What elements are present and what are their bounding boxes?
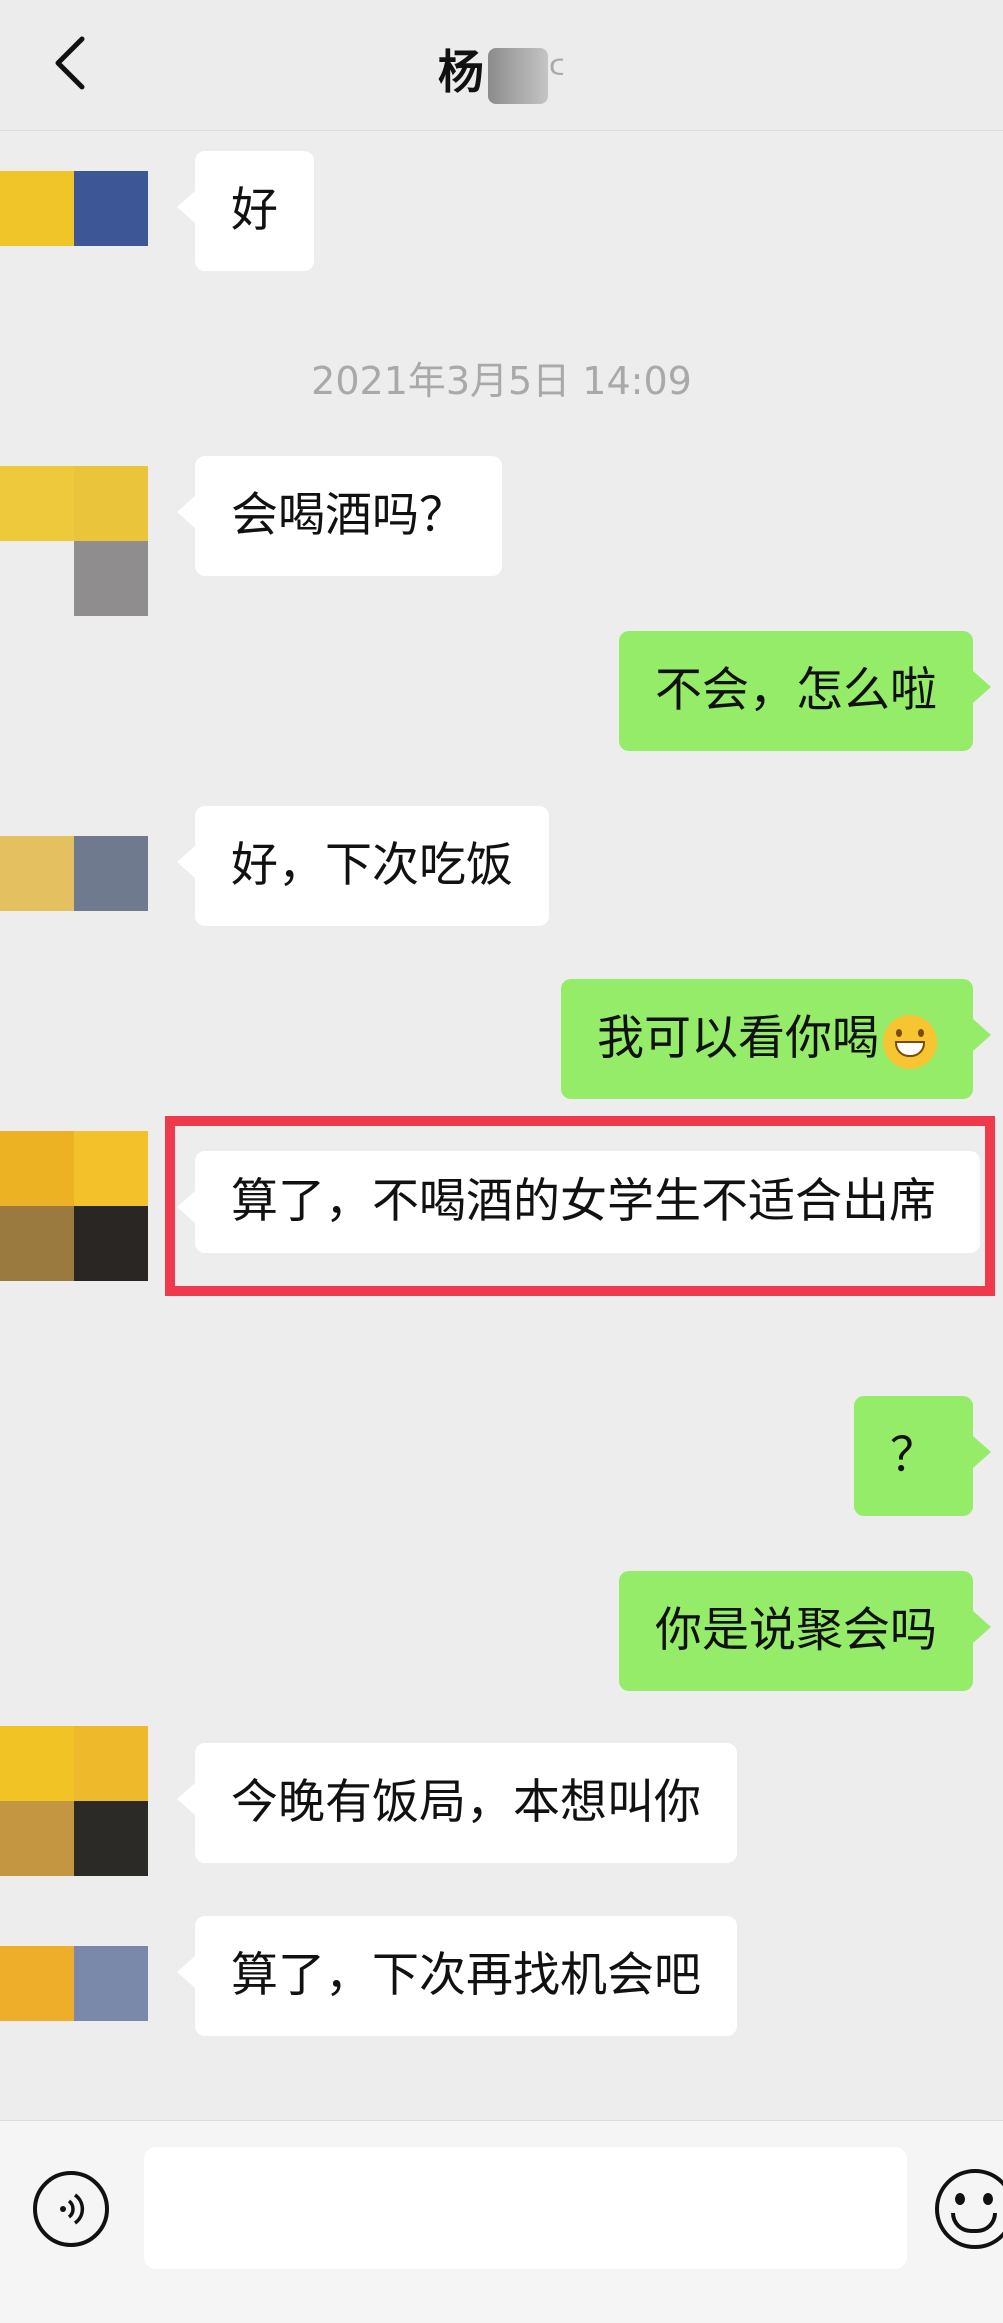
message-text: 算了，下次再找机会吧 <box>231 1948 701 2003</box>
message-bubble[interactable]: 今晚有饭局，本想叫你 <box>177 1743 737 1863</box>
voice-button[interactable] <box>33 2171 109 2247</box>
avatar[interactable] <box>0 466 148 616</box>
timestamp: 2021年3月5日 14:09 <box>311 359 692 403</box>
voice-icon <box>60 2193 85 2225</box>
ear-icon: ᑦ <box>547 52 566 98</box>
contact-name: 杨 <box>437 45 484 99</box>
redacted-name <box>487 47 548 104</box>
chat-header: 杨ᑦ <box>0 0 1003 131</box>
message-text: 你是说聚会吗 <box>655 1603 937 1658</box>
message-bubble[interactable]: 会喝酒吗？ <box>177 456 502 576</box>
message-bubble[interactable]: 好 <box>177 151 314 271</box>
avatar[interactable] <box>0 1946 148 2021</box>
message-bubble[interactable]: 不会，怎么啦 <box>619 631 991 751</box>
message-bubble[interactable]: ？ <box>854 1396 991 1516</box>
input-bar <box>0 2120 1003 2323</box>
smile-icon[interactable] <box>935 2169 1003 2249</box>
message-text: 今晚有饭局，本想叫你 <box>231 1775 701 1830</box>
avatar[interactable] <box>0 1131 148 1281</box>
message-text: 不会，怎么啦 <box>655 663 937 718</box>
message-list[interactable]: 好 2021年3月5日 14:09 会喝酒吗？ 不会，怎么啦 好，下次吃饭 我可… <box>0 131 1003 2091</box>
chat-title[interactable]: 杨ᑦ <box>0 36 1003 104</box>
message-bubble[interactable]: 我可以看你喝 <box>561 979 991 1099</box>
message-bubble[interactable]: 好，下次吃饭 <box>177 806 549 926</box>
avatar[interactable] <box>0 1726 148 1876</box>
message-text: ？ <box>890 1428 937 1483</box>
message-bubble[interactable]: 你是说聚会吗 <box>619 1571 991 1691</box>
message-bubble[interactable]: 算了，下次再找机会吧 <box>177 1916 737 2036</box>
avatar[interactable] <box>0 836 148 911</box>
message-text: 会喝酒吗？ <box>231 488 466 543</box>
highlight-box <box>165 1116 995 1296</box>
message-text: 好 <box>231 183 278 238</box>
message-text: 我可以看你喝 <box>597 1011 879 1066</box>
grinning-face-icon <box>883 1014 937 1069</box>
message-text: 好，下次吃饭 <box>231 838 513 893</box>
avatar[interactable] <box>0 171 148 246</box>
message-input[interactable] <box>144 2147 907 2269</box>
